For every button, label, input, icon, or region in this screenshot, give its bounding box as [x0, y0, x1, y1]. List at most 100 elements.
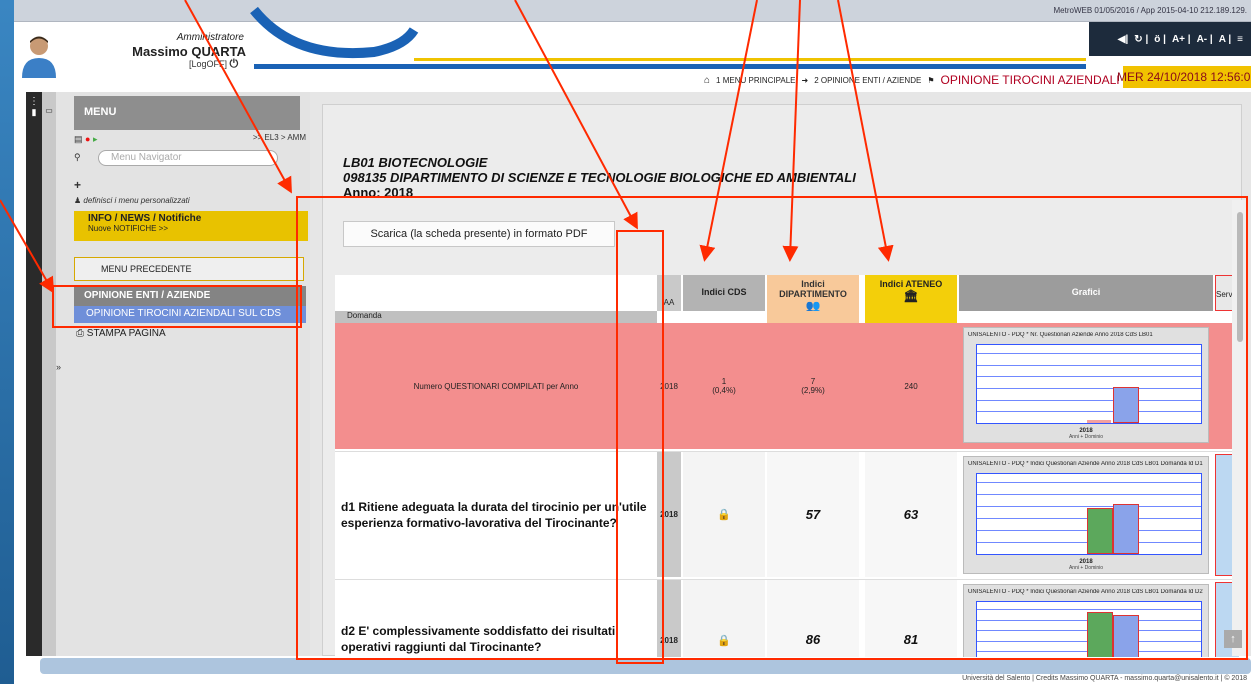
logo-arc-graphic — [250, 6, 419, 59]
cds-pct: (0,4%) — [712, 386, 736, 395]
grid-line — [977, 364, 1201, 366]
print-page-label: STAMPA PAGINA — [86, 328, 166, 339]
app-window: MetroWEB 01/05/2016 / App 2015-04-10 212… — [14, 0, 1251, 684]
download-pdf-button[interactable]: Scarica (la scheda presente) in formato … — [343, 221, 615, 247]
chart-bar-ateneo — [1113, 387, 1139, 423]
grid-line — [977, 609, 1201, 610]
previous-menu-label: MENU PRECEDENTE — [101, 264, 192, 274]
font-reset-button[interactable]: A | — [1217, 34, 1233, 45]
custom-menu-link[interactable]: ♟ definisci i menu personalizzati — [74, 196, 308, 205]
lock-icon: 🔒 — [717, 635, 731, 647]
footer-bar — [40, 658, 1251, 674]
play-icon[interactable]: ▸ — [93, 134, 98, 144]
sidebar-strip: ⋮ ▮ — [26, 92, 42, 656]
datetime-display: MER 24/10/2018 12:56:02 — [1117, 66, 1251, 88]
vertical-scrollbar[interactable] — [1232, 200, 1248, 656]
refresh-icon[interactable]: ↻ | — [1132, 34, 1150, 45]
info-news-box[interactable]: INFO / NEWS / Notifiche Nuove NOTIFICHE … — [74, 211, 308, 241]
user-name: Massimo QUARTA — [132, 44, 246, 59]
table-row: Numero QUESTIONARI COMPILATI per Anno 20… — [335, 323, 1239, 449]
breadcrumb-item-main[interactable]: 1 MENU PRINCIPALE — [716, 76, 795, 85]
menu-icon[interactable]: ≡ — [1235, 34, 1245, 45]
breadcrumb-item-opinione[interactable]: 2 OPINIONE ENTI / AZIENDE — [814, 76, 921, 85]
dip-cell: 86 — [767, 580, 859, 657]
print-page-link[interactable]: ⎙ STAMPA PAGINA — [76, 328, 166, 339]
top-header: MetroWEB 01/05/2016 / App 2015-04-10 212… — [14, 0, 1251, 96]
home-icon[interactable]: ⌂ — [704, 75, 710, 86]
menu-panel: MENU >> EL3 > AMM ▤ ● ▸ ⚲ Menu Navigator… — [56, 92, 312, 656]
chart-title: UNISALENTO - PDQ * Indici Questionari Az… — [968, 461, 1203, 467]
cds-value: 1 — [721, 377, 727, 386]
scroll-to-top-button[interactable]: ↑ — [1224, 630, 1242, 648]
header-indici-cds: Indici CDS — [683, 275, 765, 311]
chart-plot — [976, 473, 1202, 555]
header-yellow-line — [414, 58, 1086, 61]
subheader-ateneo-band — [865, 311, 957, 323]
aa-cell: 2018 — [660, 381, 678, 391]
subheader-dip-band — [767, 311, 859, 323]
aa-cell: 2018 — [657, 580, 681, 657]
search-icon: ⚲ — [74, 152, 81, 162]
grid-line — [977, 494, 1201, 495]
sidebar-icon-column: ▭ — [42, 92, 56, 656]
chart-plot — [976, 344, 1202, 424]
dip-value: 7 — [810, 377, 816, 386]
grid-line — [977, 482, 1201, 483]
chart-x-sub: Anni + Dominio — [1068, 565, 1104, 571]
menu-navigator-placeholder: Menu Navigator — [111, 152, 182, 163]
chart-title: UNISALENTO - PDQ * Nr. Questionari Azien… — [968, 332, 1153, 338]
info-sub: Nuove NOTIFICHE >> — [88, 224, 169, 233]
chart-domanda-d1[interactable]: UNISALENTO - PDQ * Indici Questionari Az… — [963, 456, 1209, 574]
question-cell: d1 Ritiene adeguata la durata del tiroci… — [341, 499, 647, 530]
font-increase-button[interactable]: A+ | — [1170, 34, 1193, 45]
menu-toolbar: ▤ ● ▸ — [74, 134, 308, 145]
lock-icon[interactable]: ▮ — [26, 107, 42, 118]
aa-cell: 2018 — [657, 452, 681, 577]
add-icon[interactable]: + — [74, 178, 308, 192]
question-cell: d2 E' complessivamente soddisfatto dei r… — [341, 624, 616, 654]
header-indici-dipartimento: Indici DIPARTIMENTO 👥 — [767, 275, 859, 313]
menu-section-header: OPINIONE ENTI / AZIENDE — [74, 286, 306, 306]
window-icon[interactable]: ▭ — [42, 106, 56, 115]
vertical-dots-icon[interactable]: ⋮ — [26, 96, 42, 107]
contrast-icon[interactable]: ö | — [1152, 34, 1168, 45]
report-panel: LB01 BIOTECNOLOGIE 098135 DIPARTIMENTO D… — [322, 104, 1242, 657]
header-dip-label: Indici DIPARTIMENTO — [779, 279, 847, 299]
previous-menu-button[interactable]: MENU PRECEDENTE — [74, 257, 304, 281]
header-ateneo-label: Indici ATENEO — [879, 279, 943, 289]
building-icon: 🏛 — [903, 289, 919, 303]
menu-title: MENU — [74, 96, 300, 130]
chart-questionari[interactable]: UNISALENTO - PDQ * Nr. Questionari Azien… — [963, 327, 1209, 443]
chart-bar-ateneo — [1113, 503, 1139, 554]
header-blue-line — [254, 64, 1086, 69]
table-row: d1 Ritiene adeguata la durata del tiroci… — [335, 451, 1239, 577]
header-grafici: Grafici — [959, 275, 1213, 311]
footer-credits: Università del Salento | Credits Massimo… — [962, 675, 1247, 682]
ateneo-cell: 81 — [865, 580, 957, 657]
dip-cell: 57 — [767, 452, 859, 577]
expand-icon[interactable]: » — [56, 362, 68, 372]
subheader-aa-spacer — [657, 311, 681, 323]
record-icon[interactable]: ● — [85, 134, 90, 144]
printer-icon: ⎙ — [76, 328, 84, 339]
back-icon[interactable]: ◀| — [1116, 34, 1131, 45]
grid-line — [977, 387, 1201, 389]
table-row: d2 E' complessivamente soddisfatto dei r… — [335, 579, 1239, 657]
header-domanda: Domanda — [335, 311, 657, 323]
report-title-block: LB01 BIOTECNOLOGIE 098135 DIPARTIMENTO D… — [343, 155, 856, 200]
document-icon[interactable]: ▤ — [74, 134, 83, 144]
menu-item-selected[interactable]: OPINIONE TIROCINI AZIENDALI SUL CDS — [74, 306, 306, 323]
chart-domanda-d2[interactable]: UNISALENTO - PDQ * Indici Questionari Az… — [963, 584, 1209, 657]
logoff-link[interactable]: [LogOFF] ⏻ — [189, 58, 238, 71]
cds-cell: 🔒 — [683, 452, 765, 577]
breadcrumb: ⌂ 1 MENU PRINCIPALE ➜ 2 OPINIONE ENTI / … — [704, 71, 1175, 89]
user-role: Amministratore — [176, 32, 244, 43]
menu-navigator-input[interactable]: Menu Navigator — [98, 150, 278, 166]
user-avatar-icon — [22, 36, 56, 78]
course-title: LB01 BIOTECNOLOGIE — [343, 155, 488, 170]
grid-line — [977, 376, 1201, 378]
logoff-label: [LogOFF] — [189, 59, 228, 69]
grid-line — [977, 411, 1201, 413]
scrollbar-thumb[interactable] — [1237, 212, 1243, 342]
font-decrease-button[interactable]: A- | — [1195, 34, 1215, 45]
